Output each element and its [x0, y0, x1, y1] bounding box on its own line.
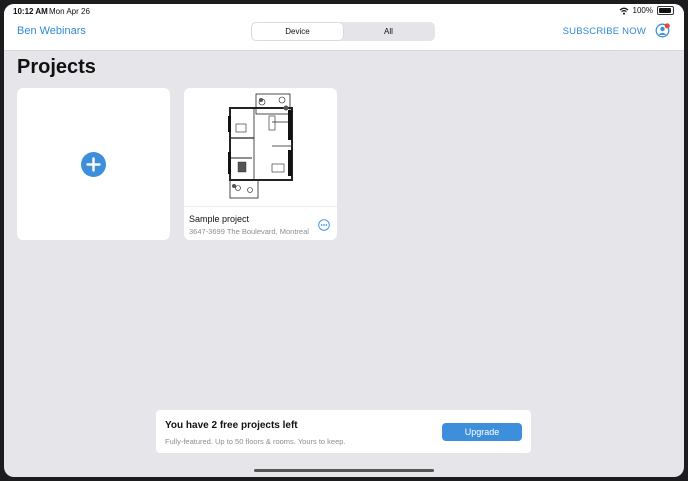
profile-icon [655, 23, 670, 38]
top-bar: 10:12 AM Mon Apr 26 100% Ben Webinars De… [4, 4, 684, 51]
wifi-icon [619, 7, 628, 15]
battery-icon [657, 6, 674, 15]
status-time: 10:12 AM [13, 7, 48, 16]
notification-badge [664, 23, 670, 29]
project-card[interactable]: Sample project 3647-3699 The Boulevard, … [184, 88, 337, 240]
project-address: 3647-3699 The Boulevard, Montreal [189, 227, 309, 236]
floor-plan-thumbnail [184, 88, 337, 207]
project-more-button[interactable] [318, 218, 330, 231]
segmented-control: Device All [251, 22, 435, 41]
status-indicators: 100% [619, 6, 674, 15]
plus-icon [81, 152, 106, 177]
ipad-screen: 10:12 AM Mon Apr 26 100% Ben Webinars De… [4, 4, 684, 477]
ellipsis-icon [318, 219, 330, 231]
subscribe-now-button[interactable]: SUBSCRIBE NOW [563, 26, 646, 37]
free-projects-banner: You have 2 free projects left Fully-feat… [156, 410, 531, 453]
new-project-card[interactable] [17, 88, 170, 240]
page-title: Projects [17, 56, 96, 78]
upgrade-button[interactable]: Upgrade [442, 423, 522, 441]
app-title[interactable]: Ben Webinars [17, 25, 86, 37]
home-indicator[interactable] [254, 469, 434, 472]
profile-button[interactable] [655, 23, 670, 38]
status-date: Mon Apr 26 [49, 7, 90, 16]
segment-device[interactable]: Device [252, 23, 343, 40]
segment-all[interactable]: All [343, 23, 434, 40]
banner-title: You have 2 free projects left [165, 420, 298, 431]
project-name: Sample project [189, 214, 250, 224]
battery-percent: 100% [632, 6, 653, 15]
banner-subtitle: Fully-featured. Up to 50 floors & rooms.… [165, 437, 346, 446]
